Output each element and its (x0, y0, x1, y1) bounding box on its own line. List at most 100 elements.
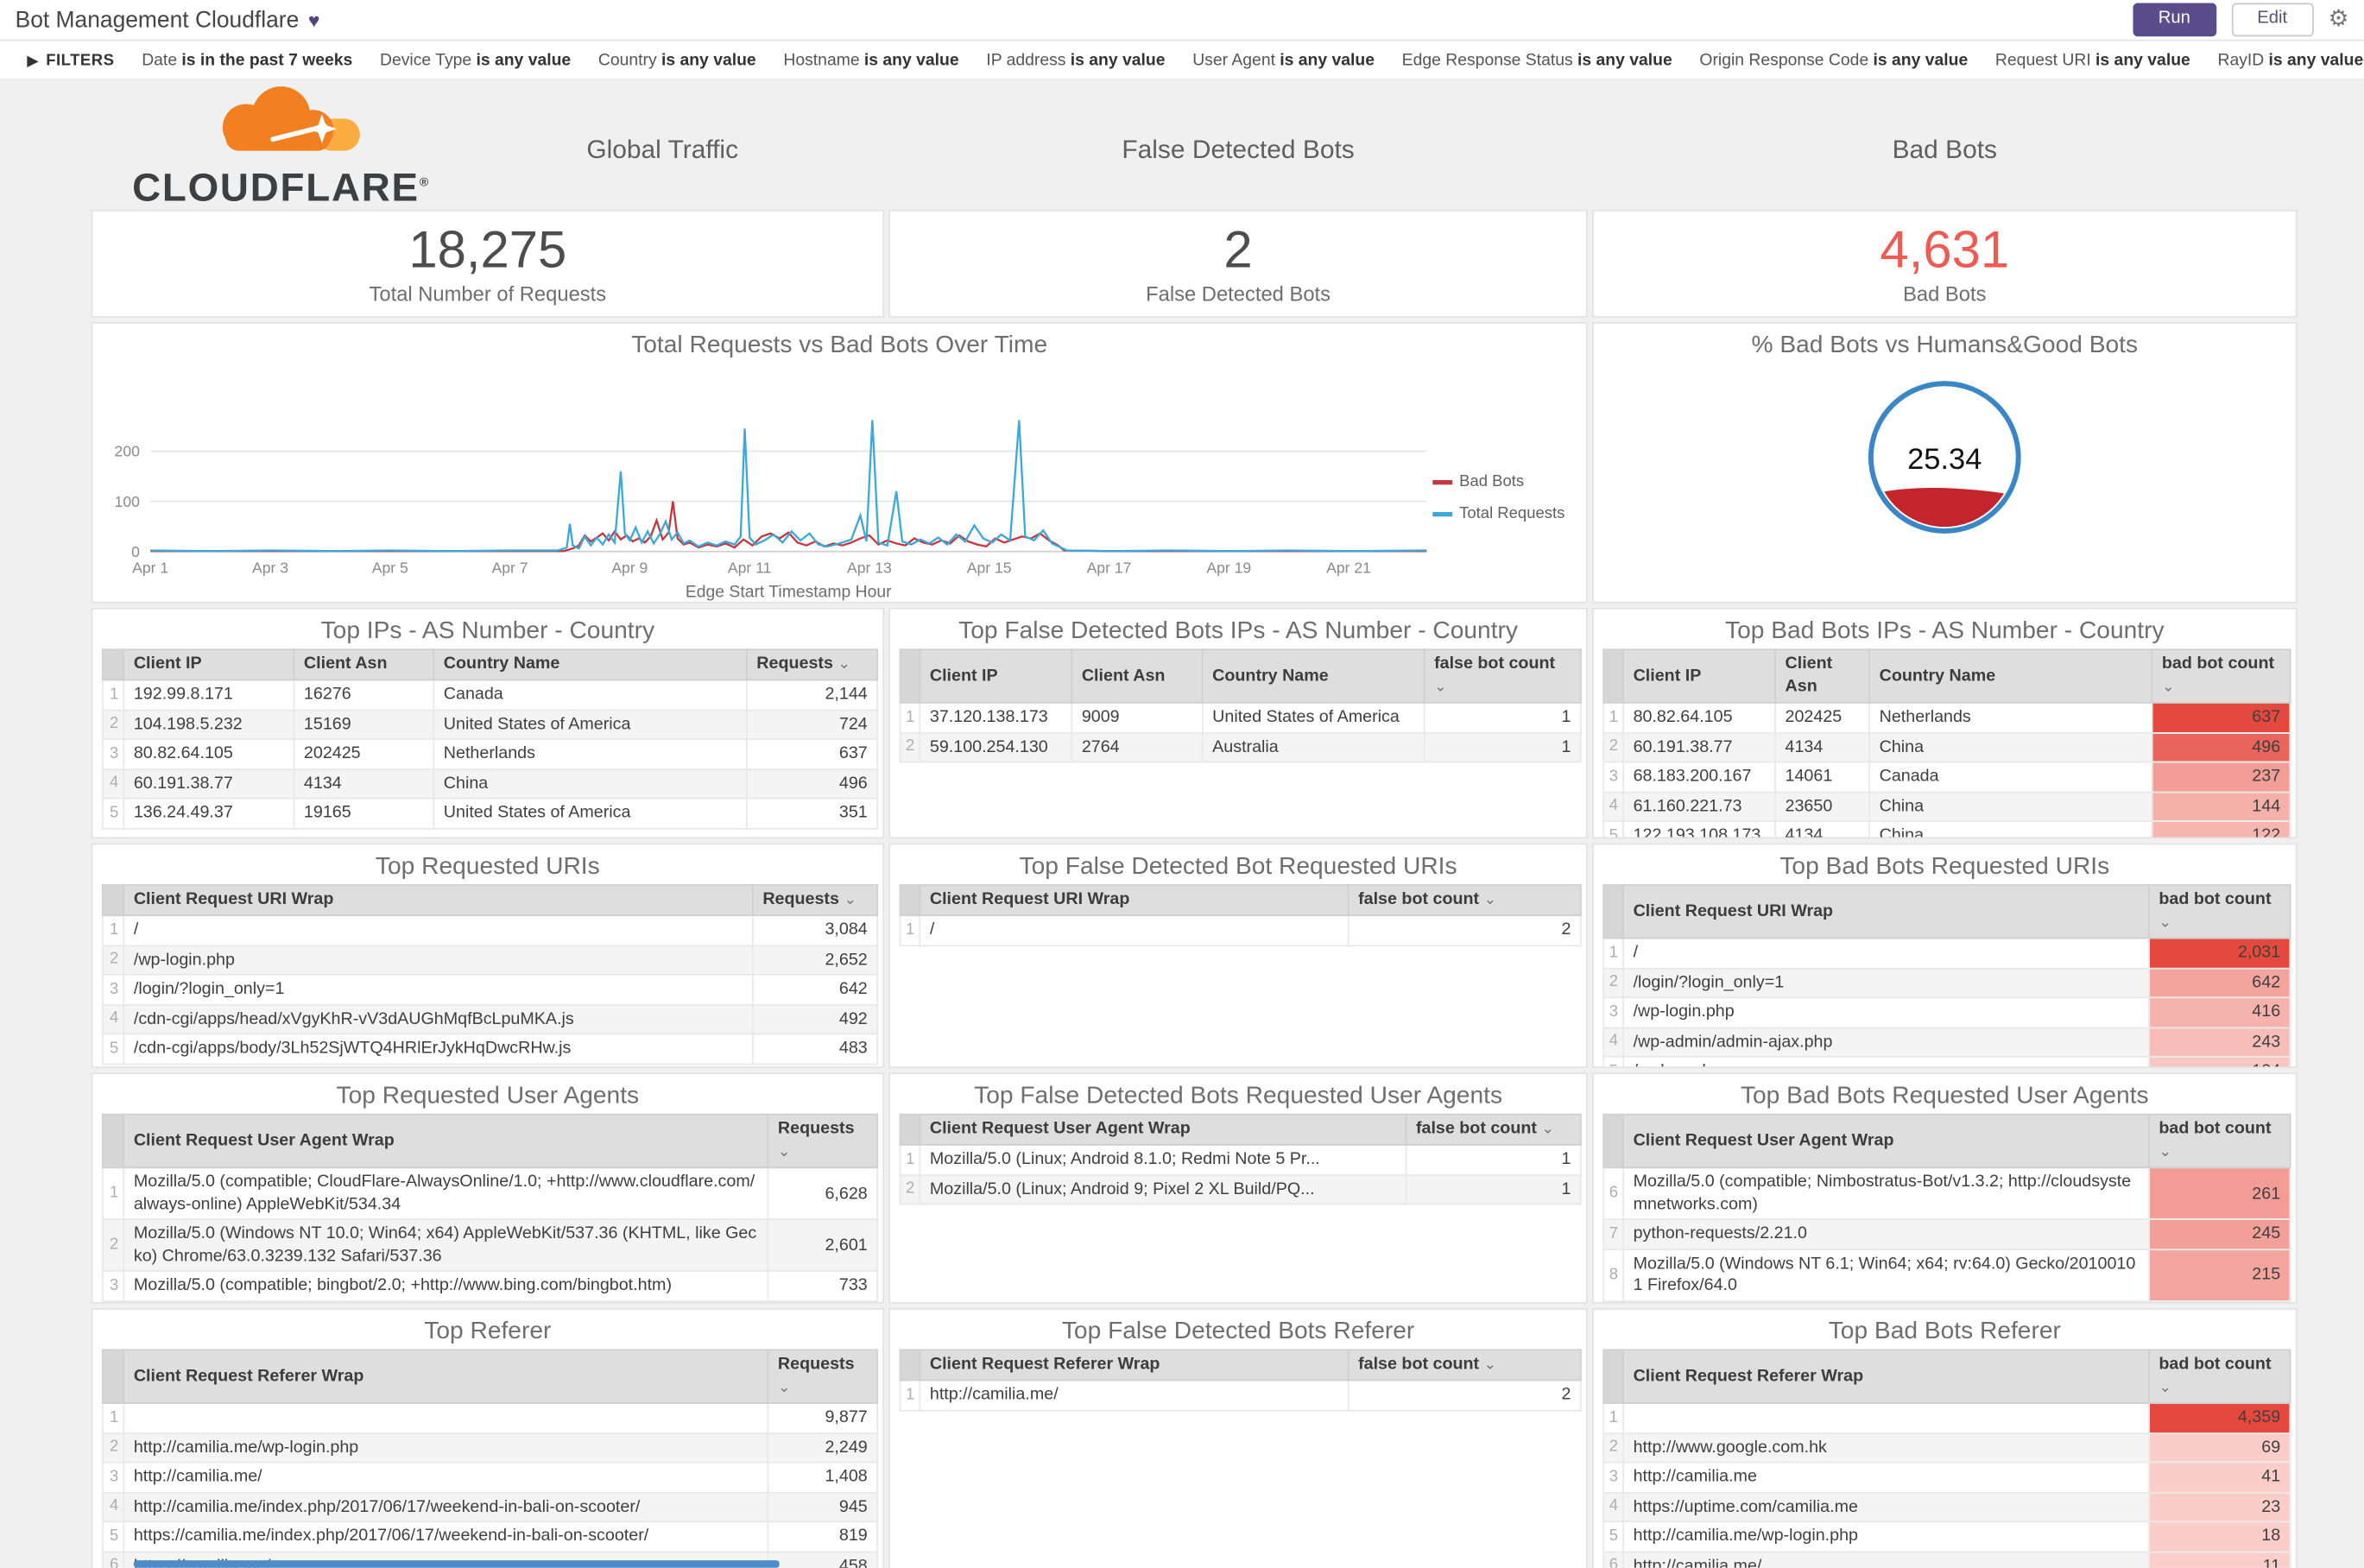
tile-title: Top Bad Bots IPs - AS Number - Country (1724, 618, 2165, 645)
table-row: 6 Mozilla/5.0 (compatible; Nimbostratus-B… (1602, 1167, 2291, 1221)
column-header[interactable]: bad bot count ⌄ (2148, 1349, 2291, 1405)
table-row: 5 136.24.49.37 19165 United States of Ameri… (101, 798, 879, 830)
column-header[interactable]: Country Name (433, 648, 748, 681)
line-chart: 0 100 200 Apr 1 Apr 3 Apr 5 Apr 7 Apr 9 Apr 11 Ap… (92, 364, 1586, 602)
column-header[interactable]: Client IP (123, 648, 295, 681)
run-button[interactable]: Run (2132, 3, 2216, 37)
column-header[interactable]: Client Request User Agent Wrap (919, 1113, 1407, 1146)
column-header[interactable]: bad bot count ⌄ (2148, 884, 2291, 939)
legend-swatch-icon (1432, 511, 1452, 516)
filter-item[interactable]: Country is any value (598, 51, 756, 69)
tile-title: Top Bad Bots Requested User Agents (1740, 1083, 2149, 1110)
column-header[interactable]: Client Request User Agent Wrap (1622, 1113, 2150, 1169)
horizontal-scrollbar[interactable] (133, 1560, 780, 1568)
edit-button[interactable]: Edit (2231, 3, 2314, 37)
table-false-uris: Client Request URI Wrap false bot count ⌄… (890, 884, 1586, 946)
column-header[interactable]: Client Asn (293, 648, 435, 681)
tile-title: Top Referer (424, 1318, 552, 1345)
page-title: Bot Management Cloudflare (15, 6, 300, 33)
column-header[interactable]: Requests ⌄ (767, 1113, 879, 1169)
tile-title: Top False Detected Bot Requested URIs (1019, 853, 1457, 880)
sort-caret-icon: ⌄ (844, 891, 857, 909)
column-header[interactable]: Requests ⌄ (752, 884, 879, 917)
kpi-label: Bad Bots (1903, 282, 1987, 307)
column-header[interactable]: Client Request User Agent Wrap (123, 1113, 769, 1169)
column-header[interactable]: bad bot count ⌄ (2148, 1113, 2291, 1169)
kpi-label: False Detected Bots (1146, 282, 1331, 307)
table-false-ips: Client IP Client Asn Country Name false bot… (890, 648, 1586, 763)
table-row: 1 9,877 (101, 1402, 879, 1434)
table-row: 1 37.120.138.173 9009 United States of Amer… (899, 702, 1582, 734)
column-header[interactable]: Client Request Referer Wrap (919, 1349, 1350, 1381)
svg-text:Apr 3: Apr 3 (252, 559, 288, 576)
filter-item[interactable]: Hostname is any value (783, 51, 958, 69)
column-header[interactable]: false bot count ⌄ (1347, 1349, 1582, 1381)
column-header[interactable]: bad bot count ⌄ (2151, 648, 2291, 705)
table-row: 3 http://camilia.me 41 (1602, 1462, 2291, 1494)
chart-title: Total Requests vs Bad Bots Over Time (631, 332, 1048, 359)
column-header[interactable]: Country Name (1201, 648, 1425, 705)
legend-item[interactable]: Total Requests (1432, 504, 1564, 522)
filter-item[interactable]: Device Type is any value (380, 51, 571, 69)
table-row: 2/login/?login_only=1 642 (1602, 967, 2291, 999)
filter-item[interactable]: Request URI is any value (1995, 51, 2190, 69)
column-header[interactable]: Client Request Referer Wrap (123, 1349, 769, 1405)
sort-caret-icon: ⌄ (1483, 891, 1497, 909)
column-header[interactable]: Client IP (1622, 648, 1776, 705)
column-header[interactable]: Requests ⌄ (745, 648, 879, 681)
svg-text:Apr 19: Apr 19 (1206, 559, 1251, 576)
column-header[interactable]: Client Request URI Wrap (1622, 884, 2150, 939)
table-false-referer: Client Request Referer Wrap false bot cou… (890, 1349, 1586, 1412)
kpi-false-detected-bots: 2 False Detected Bots (888, 209, 1588, 318)
cloudflare-cloud-icon (222, 86, 360, 151)
gauge-chart: 25.34 (1868, 381, 2021, 534)
column-header[interactable]: Country Name (1868, 648, 2153, 705)
kpi-label: Total Number of Requests (369, 282, 607, 307)
gear-icon[interactable]: ⚙ (2329, 9, 2349, 31)
column-header[interactable]: false bot count ⌄ (1423, 648, 1582, 705)
table-top-user-agents: Client Request User Agent Wrap Requests ⌄… (92, 1113, 882, 1302)
filter-item[interactable]: RayID is any value (2217, 51, 2363, 69)
tile-false-referer: Top False Detected Bots Referer Client R… (888, 1308, 1588, 1568)
column-header[interactable]: Client Asn (1071, 648, 1204, 705)
table-row: 3/login/?login_only=1 642 (101, 974, 879, 1006)
column-header[interactable]: Client Request URI Wrap (919, 884, 1350, 917)
filter-item[interactable]: Date is in the past 7 weeks (142, 51, 352, 69)
column-header[interactable]: Requests ⌄ (767, 1349, 879, 1405)
table-bad-uris: Client Request URI Wrap bad bot count ⌄ 1/… (1594, 884, 2296, 1067)
sort-caret-icon: ⌄ (1434, 679, 1447, 697)
table-row: 5 122.193.108.173 4134 China 122 (1602, 821, 2291, 838)
column-header[interactable]: false bot count ⌄ (1405, 1113, 1582, 1146)
column-header[interactable]: Client Asn (1774, 648, 1871, 705)
tile-title: Top Requested User Agents (336, 1083, 640, 1110)
table-row: 2/wp-login.php 2,652 (101, 944, 879, 977)
svg-text:Apr 21: Apr 21 (1326, 559, 1371, 576)
table-top-uris: Client Request URI Wrap Requests ⌄ 1/3,084… (92, 884, 882, 1065)
filter-item[interactable]: IP address is any value (986, 51, 1165, 69)
table-row: 2 104.198.5.232 15169 United States of Amer… (101, 709, 879, 741)
tile-title: Top False Detected Bots IPs - AS Number … (958, 618, 1518, 645)
column-header[interactable]: Client IP (919, 648, 1073, 705)
tile-title: Top False Detected Bots Requested User A… (974, 1083, 1503, 1110)
gauge-title: % Bad Bots vs Humans&Good Bots (1751, 332, 2139, 359)
filter-item[interactable]: User Agent is any value (1192, 51, 1375, 69)
column-header[interactable]: false bot count ⌄ (1347, 884, 1582, 917)
column-header[interactable]: Client Request Referer Wrap (1622, 1349, 2150, 1405)
filters-toggle[interactable]: ▶ FILTERS (28, 51, 115, 69)
chart-legend: Bad Bots Total Requests (1432, 472, 1564, 536)
sort-caret-icon: ⌄ (1541, 1121, 1555, 1138)
tile-title: Top IPs - AS Number - Country (320, 618, 655, 645)
kpi-value: 18,275 (408, 221, 567, 280)
svg-text:Apr 9: Apr 9 (611, 559, 648, 576)
filter-item[interactable]: Edge Response Status is any value (1402, 51, 1672, 69)
sort-caret-icon: ⌄ (777, 1379, 791, 1397)
table-row: 4681 (101, 1300, 879, 1302)
filter-item[interactable]: Origin Response Code is any value (1699, 51, 1968, 69)
table-row: 4 https://uptime.com/camilia.me 23 (1602, 1491, 2291, 1523)
kpi-bad-bots: 4,631 Bad Bots (1592, 209, 2298, 318)
column-header[interactable]: Client Request URI Wrap (123, 884, 754, 917)
heart-icon: ♥ (307, 8, 320, 32)
tile-bad-ips: Top Bad Bots IPs - AS Number - Country C… (1592, 607, 2298, 839)
timeseries-chart-tile: Total Requests vs Bad Bots Over Time 0 10… (91, 322, 1588, 604)
legend-item[interactable]: Bad Bots (1432, 472, 1564, 490)
